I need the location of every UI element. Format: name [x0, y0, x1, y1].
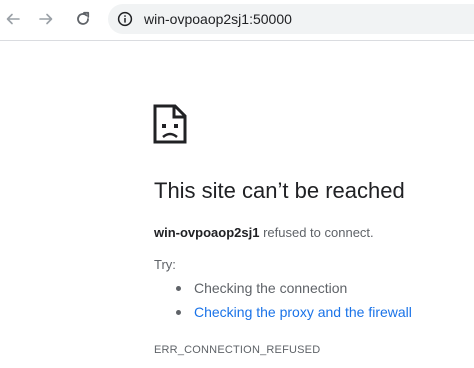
browser-toolbar: win-ovpoaop2sj1:50000: [0, 0, 474, 41]
suggestion-check-connection: Checking the connection: [194, 280, 348, 296]
error-title: This site can’t be reached: [154, 178, 405, 203]
try-label: Try:: [154, 257, 176, 272]
proxy-firewall-link[interactable]: Checking the proxy and the firewall: [194, 304, 412, 320]
back-button[interactable]: [0, 6, 26, 32]
reload-button[interactable]: [70, 6, 96, 32]
host-name: win-ovpoaop2sj1: [154, 225, 260, 240]
suggestion-item: Checking the connection: [176, 278, 412, 302]
url-text[interactable]: win-ovpoaop2sj1:50000: [144, 11, 292, 27]
error-description: win-ovpoaop2sj1 refused to connect.: [154, 225, 374, 240]
suggestion-list: Checking the connection Checking the pro…: [176, 278, 412, 326]
suggestion-item: Checking the proxy and the firewall: [176, 302, 412, 326]
error-message: refused to connect.: [259, 225, 374, 240]
arrow-right-icon: [39, 13, 53, 25]
sad-document-icon: [153, 104, 187, 144]
arrow-left-icon: [6, 13, 20, 25]
address-bar[interactable]: win-ovpoaop2sj1:50000: [108, 4, 474, 34]
forward-button[interactable]: [33, 6, 59, 32]
reload-icon: [77, 11, 90, 25]
error-code: ERR_CONNECTION_REFUSED: [154, 344, 321, 356]
info-circle-icon[interactable]: [117, 11, 133, 27]
